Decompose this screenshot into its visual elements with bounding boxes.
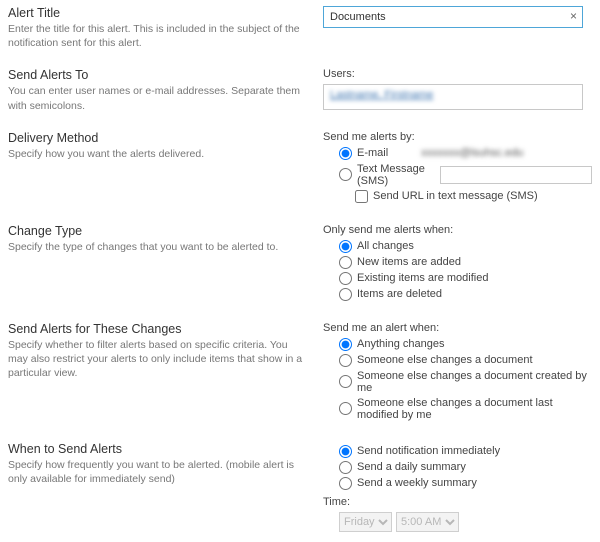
delivery-sms-radio[interactable] <box>339 168 352 181</box>
send-to-heading: Send Alerts To <box>8 68 305 82</box>
delivery-heading: Delivery Method <box>8 131 305 145</box>
ct-all-label: All changes <box>357 240 414 252</box>
ct-new-radio[interactable] <box>339 256 352 269</box>
user-chip[interactable]: Lastname, Firstname <box>330 89 433 101</box>
these-changes-desc: Specify whether to filter alerts based o… <box>8 338 305 381</box>
alert-title-desc: Enter the title for this alert. This is … <box>8 22 305 50</box>
wh-immediate-radio[interactable] <box>339 445 352 458</box>
delivery-sms-url-check[interactable] <box>355 190 368 203</box>
change-type-label: Only send me alerts when: <box>323 224 592 236</box>
tc-someone-radio[interactable] <box>339 354 352 367</box>
wh-weekly-label: Send a weekly summary <box>357 477 477 489</box>
users-input[interactable]: Lastname, Firstname <box>323 84 583 110</box>
delivery-sms-input[interactable] <box>440 166 592 184</box>
users-label: Users: <box>323 68 592 80</box>
delivery-label: Send me alerts by: <box>323 131 592 143</box>
alert-title-heading: Alert Title <box>8 6 305 20</box>
change-type-heading: Change Type <box>8 224 305 238</box>
wh-daily-radio[interactable] <box>339 461 352 474</box>
tc-modified-radio[interactable] <box>339 402 352 415</box>
delivery-sms-url-label: Send URL in text message (SMS) <box>373 190 538 202</box>
tc-created-radio[interactable] <box>339 375 352 388</box>
ct-del-label: Items are deleted <box>357 288 442 300</box>
ct-del-radio[interactable] <box>339 288 352 301</box>
when-heading: When to Send Alerts <box>8 442 305 456</box>
clear-title-icon[interactable]: × <box>570 9 577 23</box>
wh-daily-label: Send a daily summary <box>357 461 466 473</box>
delivery-email-value: xxxxxxx@lsuhsc.edu <box>421 147 523 159</box>
tc-created-label: Someone else changes a document created … <box>357 370 592 394</box>
alert-title-input[interactable] <box>323 6 583 28</box>
ct-all-radio[interactable] <box>339 240 352 253</box>
when-desc: Specify how frequently you want to be al… <box>8 458 305 486</box>
send-to-desc: You can enter user names or e-mail addre… <box>8 84 305 112</box>
delivery-email-radio[interactable] <box>339 147 352 160</box>
wh-weekly-radio[interactable] <box>339 477 352 490</box>
these-changes-label: Send me an alert when: <box>323 322 592 334</box>
tc-any-label: Anything changes <box>357 338 444 350</box>
these-changes-heading: Send Alerts for These Changes <box>8 322 305 336</box>
tc-modified-label: Someone else changes a document last mod… <box>357 397 592 421</box>
change-type-desc: Specify the type of changes that you wan… <box>8 240 305 254</box>
delivery-desc: Specify how you want the alerts delivere… <box>8 147 305 161</box>
delivery-sms-label: Text Message (SMS) <box>357 163 435 187</box>
delivery-email-label: E-mail <box>357 147 388 159</box>
ct-mod-radio[interactable] <box>339 272 352 285</box>
ct-new-label: New items are added <box>357 256 461 268</box>
tc-any-radio[interactable] <box>339 338 352 351</box>
wh-immediate-label: Send notification immediately <box>357 445 500 457</box>
tc-someone-label: Someone else changes a document <box>357 354 533 366</box>
ct-mod-label: Existing items are modified <box>357 272 488 284</box>
time-label: Time: <box>323 496 592 508</box>
